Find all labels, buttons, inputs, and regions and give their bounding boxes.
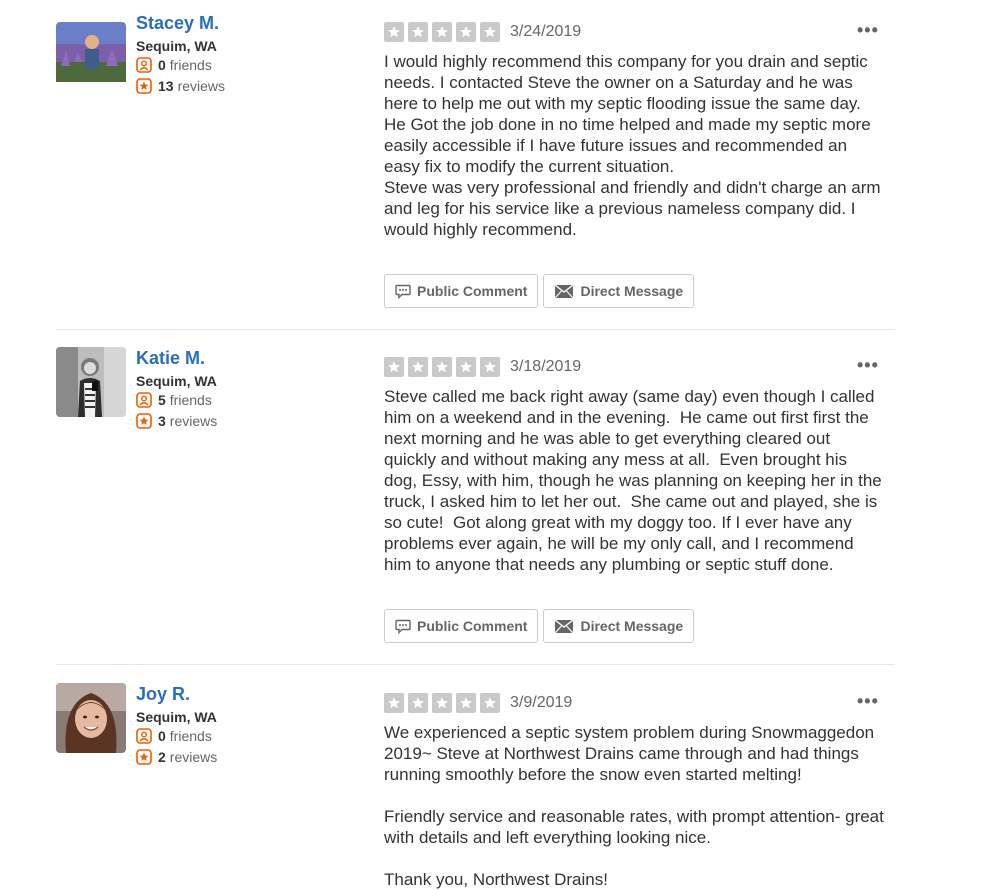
reviews-count: 2 reviews: [136, 749, 217, 765]
reviews-label: reviews: [169, 413, 218, 429]
star-icon: [456, 693, 476, 713]
reviews-count: 3 reviews: [136, 413, 217, 429]
friends-count: 0 friends: [136, 57, 212, 73]
star-rating: [384, 357, 500, 377]
star-icon: [432, 357, 452, 377]
more-options-icon[interactable]: •••: [857, 691, 879, 712]
envelope-icon: [554, 283, 574, 299]
envelope-icon: [554, 618, 574, 634]
star-icon: [432, 693, 452, 713]
reviews-count-value: 13: [158, 78, 174, 94]
user-name-link[interactable]: Joy R.: [136, 684, 190, 705]
direct-message-button[interactable]: Direct Message: [543, 609, 695, 643]
friends-icon: [136, 728, 152, 744]
friends-count-value: 0: [158, 728, 166, 744]
star-icon: [384, 22, 404, 42]
review-date: 3/18/2019: [510, 358, 582, 375]
friends-icon: [136, 57, 152, 73]
reviews-count-value: 2: [158, 749, 166, 765]
star-icon: [432, 22, 452, 42]
review-divider: [56, 664, 895, 665]
star-rating: [384, 22, 500, 42]
review-date: 3/24/2019: [510, 23, 582, 40]
friends-count-value: 0: [158, 57, 166, 73]
avatar[interactable]: [56, 22, 126, 92]
direct-message-label: Direct Message: [580, 618, 684, 634]
user-location: Sequim, WA: [136, 709, 217, 725]
friends-count: 5 friends: [136, 392, 212, 408]
review-actions: Public Comment Direct Message: [384, 609, 695, 643]
friends-label: friends: [169, 728, 212, 744]
review-actions: Public Comment Direct Message: [384, 274, 695, 308]
star-icon: [480, 693, 500, 713]
speech-bubble-icon: [395, 619, 411, 634]
star-icon: [456, 357, 476, 377]
star-icon: [408, 22, 428, 42]
direct-message-label: Direct Message: [580, 283, 684, 299]
star-rating: [384, 693, 500, 713]
reviews-label: reviews: [169, 749, 218, 765]
public-comment-button[interactable]: Public Comment: [384, 274, 539, 308]
reviews-label: reviews: [177, 78, 226, 94]
star-icon: [384, 693, 404, 713]
friends-label: friends: [169, 57, 212, 73]
friends-label: friends: [169, 392, 212, 408]
user-name-link[interactable]: Stacey M.: [136, 13, 219, 34]
friends-count: 0 friends: [136, 728, 212, 744]
star-icon: [456, 22, 476, 42]
reviews-count-value: 3: [158, 413, 166, 429]
friends-icon: [136, 392, 152, 408]
more-options-icon[interactable]: •••: [857, 355, 879, 376]
star-icon: [408, 357, 428, 377]
reviews-star-icon: [136, 78, 152, 94]
star-icon: [480, 22, 500, 42]
star-icon: [384, 357, 404, 377]
star-icon: [480, 357, 500, 377]
reviews-star-icon: [136, 413, 152, 429]
user-location: Sequim, WA: [136, 373, 217, 389]
direct-message-button[interactable]: Direct Message: [543, 274, 695, 308]
more-options-icon[interactable]: •••: [857, 20, 879, 41]
star-icon: [408, 693, 428, 713]
public-comment-label: Public Comment: [417, 283, 528, 299]
reviews-count: 13 reviews: [136, 78, 225, 94]
review-date: 3/9/2019: [510, 694, 573, 711]
review-divider: [56, 329, 895, 330]
user-location: Sequim, WA: [136, 38, 217, 54]
public-comment-button[interactable]: Public Comment: [384, 609, 539, 643]
public-comment-label: Public Comment: [417, 618, 528, 634]
user-name-link[interactable]: Katie M.: [136, 348, 205, 369]
review-text: I would highly recommend this company fo…: [384, 52, 881, 239]
review-text: We experienced a septic system problem d…: [384, 723, 884, 889]
reviews-star-icon: [136, 749, 152, 765]
avatar[interactable]: [56, 683, 126, 753]
review-text: Steve called me back right away (same da…: [384, 387, 887, 574]
avatar[interactable]: [56, 347, 126, 417]
speech-bubble-icon: [395, 284, 411, 299]
friends-count-value: 5: [158, 392, 166, 408]
